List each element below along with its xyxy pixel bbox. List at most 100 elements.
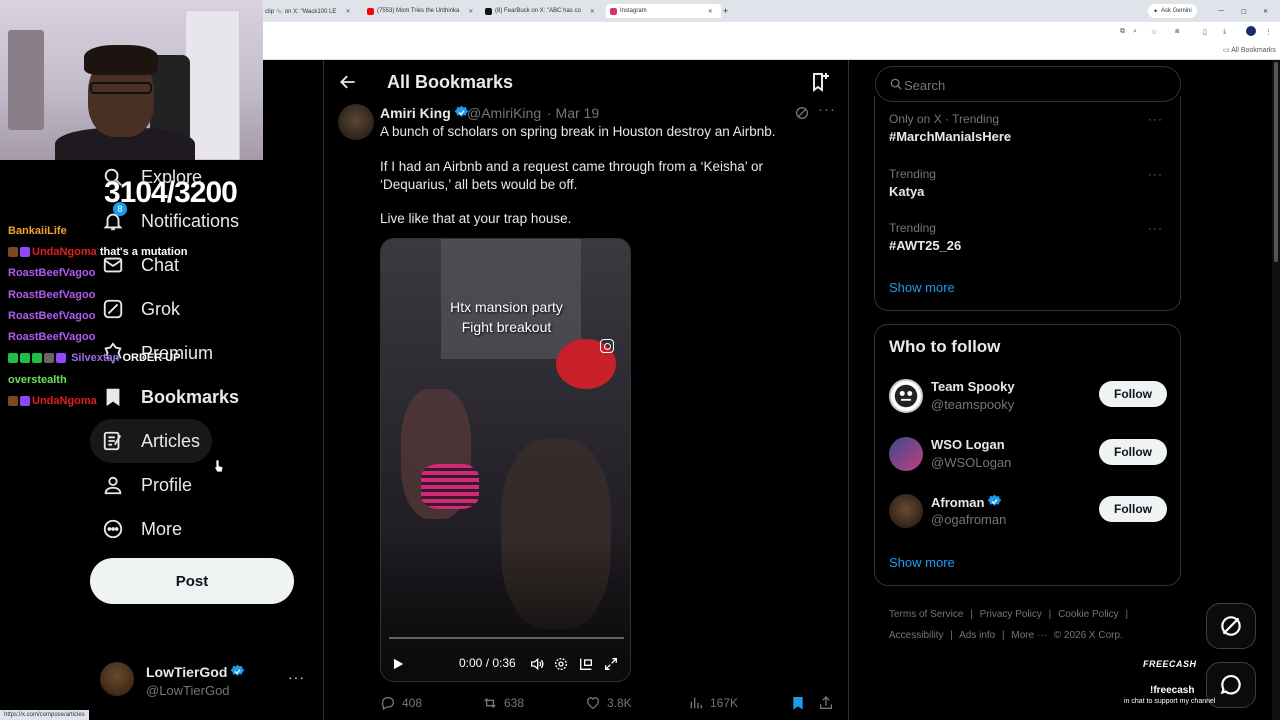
author-handle[interactable]: @AmiriKing [467, 105, 541, 121]
footer-link-privacy[interactable]: Privacy Policy [980, 609, 1042, 620]
footer-link-accessibility[interactable]: Accessibility [889, 630, 943, 641]
heart-icon [587, 697, 599, 710]
footer-separator: | [1125, 609, 1129, 620]
follow-button[interactable]: Follow [1099, 439, 1167, 465]
browser-tab[interactable]: clip 🐀 on X: "Wack100 LE ✕ [265, 4, 365, 18]
avatar[interactable] [338, 104, 374, 140]
close-icon[interactable]: ✕ [590, 8, 595, 15]
avatar[interactable] [889, 379, 923, 413]
extension-icon[interactable]: ⧉ [1120, 28, 1125, 36]
footer-link-cookies[interactable]: Cookie Policy [1058, 609, 1119, 620]
avatar[interactable] [889, 494, 923, 528]
follow-button[interactable]: Follow [1099, 496, 1167, 522]
trend-more-icon[interactable]: ··· [1148, 221, 1163, 235]
browser-tab[interactable]: (8) FearBuck on X: "ABC has co ✕ [485, 4, 603, 18]
chat-bubble-icon [1220, 674, 1241, 695]
menu-icon[interactable]: ⋮ [1265, 28, 1272, 36]
suggestion-name[interactable]: Afroman [931, 494, 1002, 510]
sidebar-item-bookmarks[interactable]: Bookmarks [90, 375, 251, 419]
suggestion-name[interactable]: Team Spooky [931, 379, 1015, 394]
zoom-icon[interactable]: ⌕ [1133, 28, 1137, 36]
play-icon[interactable] [391, 657, 405, 671]
grok-float-button[interactable] [1206, 603, 1256, 649]
suggestion-name[interactable]: WSO Logan [931, 437, 1005, 452]
settings-gear-icon[interactable] [553, 656, 569, 672]
footer-link-ads-info[interactable]: Ads info [959, 630, 995, 641]
repost-count: 638 [504, 696, 525, 710]
video-figure [421, 464, 479, 509]
window-close-icon[interactable]: ✕ [1263, 4, 1268, 18]
post-timestamp[interactable]: · Mar 19 [547, 105, 599, 121]
account-switcher[interactable]: LowTierGod @LowTierGod ··· [100, 660, 315, 704]
sidebar-item-profile[interactable]: Profile [90, 463, 204, 507]
back-arrow-icon[interactable] [338, 72, 358, 92]
trend-item[interactable]: Trending #AWT25_26 ··· [889, 221, 1169, 253]
column-divider [848, 60, 849, 720]
chat-username: UndaNgoma [32, 246, 97, 258]
webcam-door [185, 10, 240, 160]
chat-username: overstealth [8, 374, 67, 386]
add-bookmark-folder-icon[interactable] [808, 70, 832, 94]
close-icon[interactable]: ✕ [345, 8, 350, 15]
footer-link-terms[interactable]: Terms of Service [889, 609, 963, 620]
minimize-icon[interactable]: — [1218, 4, 1224, 18]
trends-show-more-link[interactable]: Show more [889, 280, 955, 295]
avatar[interactable] [889, 437, 923, 471]
views-button[interactable]: 167K [688, 694, 738, 712]
post-more-icon[interactable]: ··· [818, 101, 836, 118]
video-progress-bar[interactable] [389, 637, 624, 639]
who-to-follow-show-more-link[interactable]: Show more [889, 555, 955, 570]
browser-tab[interactable]: (7553) Mom Tries the Unthinka ✕ [367, 4, 482, 18]
freecash-command: !freecash [1150, 685, 1195, 696]
suggestion-handle: @teamspooky [931, 397, 1015, 412]
address-bar[interactable]: ⧉ ⌕ ☆ ⧈ ▯ ⤓ ⋮ ▭ All Bookmarks [263, 22, 1280, 60]
picture-in-picture-icon[interactable] [578, 656, 594, 672]
fullscreen-icon[interactable] [603, 656, 619, 672]
trend-more-icon[interactable]: ··· [1148, 112, 1163, 126]
trends-panel: Only on X · Trending #MarchManiaIsHere ·… [874, 96, 1181, 311]
volume-icon[interactable] [529, 656, 545, 672]
ask-gemini-button[interactable]: ✦ Ask Gemini [1148, 4, 1197, 18]
tab-label: (8) FearBuck on X: "ABC has co [495, 8, 581, 14]
sidepanel-icon[interactable]: ▯ [1203, 28, 1207, 36]
sidebar-item-more[interactable]: More [90, 507, 194, 551]
maximize-icon[interactable]: ▢ [1241, 4, 1247, 18]
follow-suggestion[interactable]: WSO Logan @WSOLogan Follow [889, 435, 1169, 475]
search-input[interactable] [904, 75, 1164, 95]
trend-more-icon[interactable]: ··· [1148, 167, 1163, 181]
scrollbar-thumb[interactable] [1274, 62, 1278, 262]
follow-suggestion[interactable]: Afroman @ogafroman Follow [889, 492, 1169, 532]
share-button[interactable] [818, 694, 834, 712]
footer-link-more[interactable]: More ··· [1011, 630, 1047, 641]
suggestion-handle: @WSOLogan [931, 455, 1012, 470]
puzzle-icon[interactable]: ⧈ [1175, 28, 1179, 36]
post-text-line: A bunch of scholars on spring break in H… [380, 124, 776, 139]
bookmark-button[interactable] [790, 694, 806, 712]
trend-item[interactable]: Only on X · Trending #MarchManiaIsHere ·… [889, 112, 1169, 144]
bookmarks-folder[interactable]: ▭ All Bookmarks [1223, 46, 1276, 54]
like-button[interactable]: 3.8K [585, 694, 632, 712]
close-icon[interactable]: ✕ [708, 8, 713, 15]
grok-explain-icon[interactable] [794, 105, 810, 121]
browser-tab-active[interactable]: Instagram ✕ [606, 4, 721, 18]
account-more-icon[interactable]: ··· [288, 669, 305, 685]
video-controls: 0:00 / 0:36 [381, 649, 630, 679]
post-button[interactable]: Post [90, 558, 294, 604]
more-circle-icon [102, 518, 124, 540]
trend-meta: Trending [889, 221, 936, 235]
sidebar-item-articles[interactable]: Articles [90, 419, 213, 463]
download-icon[interactable]: ⤓ [1223, 28, 1226, 36]
follow-button[interactable]: Follow [1099, 381, 1167, 407]
trend-item[interactable]: Trending Katya ··· [889, 167, 1169, 199]
video-player[interactable]: Htx mansion party Fight breakout 0:00 / … [380, 238, 631, 682]
close-icon[interactable]: ✕ [468, 8, 473, 15]
sidebar-item-grok[interactable]: Grok [90, 287, 192, 331]
bookmarked-post[interactable]: Amiri King @AmiriKing · Mar 19 ··· A bun… [324, 100, 848, 720]
profile-avatar[interactable] [1246, 26, 1256, 36]
new-tab-button[interactable]: + [723, 4, 728, 18]
author-name[interactable]: Amiri King [380, 105, 469, 121]
reply-button[interactable]: 408 [380, 694, 422, 712]
star-icon[interactable]: ☆ [1151, 28, 1157, 36]
repost-button[interactable]: 638 [482, 694, 524, 712]
follow-suggestion[interactable]: Team Spooky @teamspooky Follow [889, 377, 1169, 417]
